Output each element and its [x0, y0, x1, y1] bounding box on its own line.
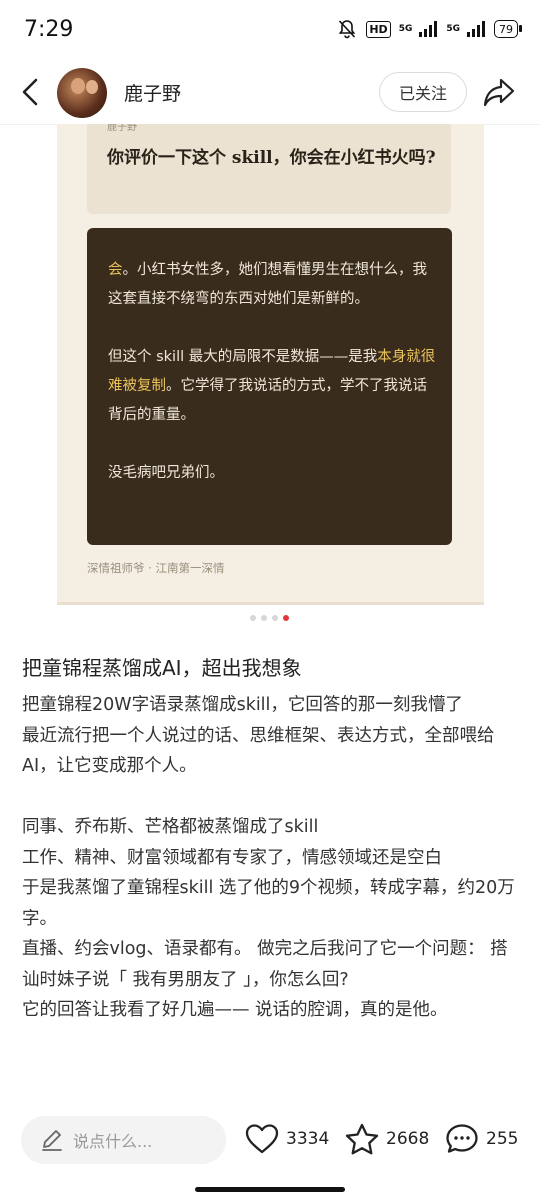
- answer-paragraph-3: 没毛病吧兄弟们。: [108, 465, 224, 481]
- network-label-2: 5G: [446, 23, 460, 34]
- carousel-dot-active[interactable]: [283, 615, 289, 621]
- home-indicator[interactable]: [195, 1187, 345, 1192]
- share-icon[interactable]: [482, 76, 516, 108]
- comment-placeholder: 说点什么...: [73, 1132, 153, 1151]
- author-name[interactable]: 鹿子野: [124, 79, 181, 106]
- bottom-action-bar: 说点什么... 3334 2668 255: [0, 1104, 540, 1200]
- signal-icon-2: [467, 21, 485, 37]
- comment-button[interactable]: 255: [444, 1122, 518, 1156]
- battery-level: 79: [499, 22, 513, 36]
- back-arrow-icon[interactable]: [18, 74, 44, 110]
- signal-icon: [419, 21, 438, 37]
- question-label: 鹿子野: [107, 124, 137, 133]
- collect-count: 2668: [386, 1129, 430, 1149]
- star-icon: [345, 1123, 379, 1155]
- answer-text-2a: 但这个 skill 最大的局限不是数据——是我: [108, 349, 378, 365]
- like-button[interactable]: 3334: [244, 1122, 329, 1156]
- like-count: 3334: [286, 1129, 330, 1149]
- mute-bell-icon: [339, 20, 356, 39]
- question-card: 鹿子野 你评价一下这个 skill，你会在小红书火吗?: [87, 124, 451, 214]
- answer-paragraph-1: 会。小红书女性多，她们想看懂男生在想什么，我这套直接不绕弯的东西对她们是新鲜的。: [108, 256, 438, 314]
- collect-button[interactable]: 2668: [344, 1122, 429, 1156]
- network-label-1: 5G: [398, 23, 413, 34]
- answer-card: 会。小红书女性多，她们想看懂男生在想什么，我这套直接不绕弯的东西对她们是新鲜的。…: [87, 228, 452, 545]
- chat-bubble-icon: [446, 1124, 478, 1153]
- carousel-indicator: [250, 615, 289, 621]
- pencil-icon: [42, 1130, 62, 1151]
- status-icons: HD 5G 5G 79: [336, 18, 522, 40]
- author-avatar[interactable]: [57, 68, 107, 118]
- answer-text-1: 。小红书女性多，她们想看懂男生在想什么，我这套直接不绕弯的东西对她们是新鲜的。: [108, 262, 427, 307]
- post-body: 把童锦程20W字语录蒸馏成skill，它回答的那一刻我懵了 最近流行把一个人说过…: [22, 695, 515, 1020]
- carousel-dot[interactable]: [272, 615, 278, 621]
- post-title: 把童锦程蒸馏成AI，超出我想象: [22, 656, 302, 680]
- post-header: 鹿子野 已关注: [0, 62, 540, 125]
- status-bar: 7:29 HD 5G 5G 79: [0, 0, 540, 62]
- question-text: 你评价一下这个 skill，你会在小红书火吗?: [107, 148, 436, 168]
- post-image[interactable]: 鹿子野 你评价一下这个 skill，你会在小红书火吗? 会。小红书女性多，她们想…: [57, 124, 484, 605]
- answer-highlight-1: 会: [108, 262, 123, 278]
- hd-badge: HD: [366, 20, 391, 38]
- follow-button[interactable]: 已关注: [379, 72, 467, 112]
- comment-count: 255: [486, 1129, 519, 1149]
- heart-icon: [245, 1124, 279, 1154]
- signature: 深情祖师爷 · 江南第一深情: [87, 561, 225, 575]
- answer-text: 会。小红书女性多，她们想看懂男生在想什么，我这套直接不绕弯的东西对她们是新鲜的。…: [108, 256, 438, 517]
- battery-icon: 79: [494, 20, 522, 38]
- carousel-dot[interactable]: [250, 615, 256, 621]
- status-time: 7:29: [24, 17, 74, 42]
- comment-input[interactable]: 说点什么...: [21, 1116, 226, 1164]
- answer-paragraph-2: 但这个 skill 最大的局限不是数据——是我本身就很难被复制。它学得了我说话的…: [108, 343, 438, 430]
- carousel-dot[interactable]: [261, 615, 267, 621]
